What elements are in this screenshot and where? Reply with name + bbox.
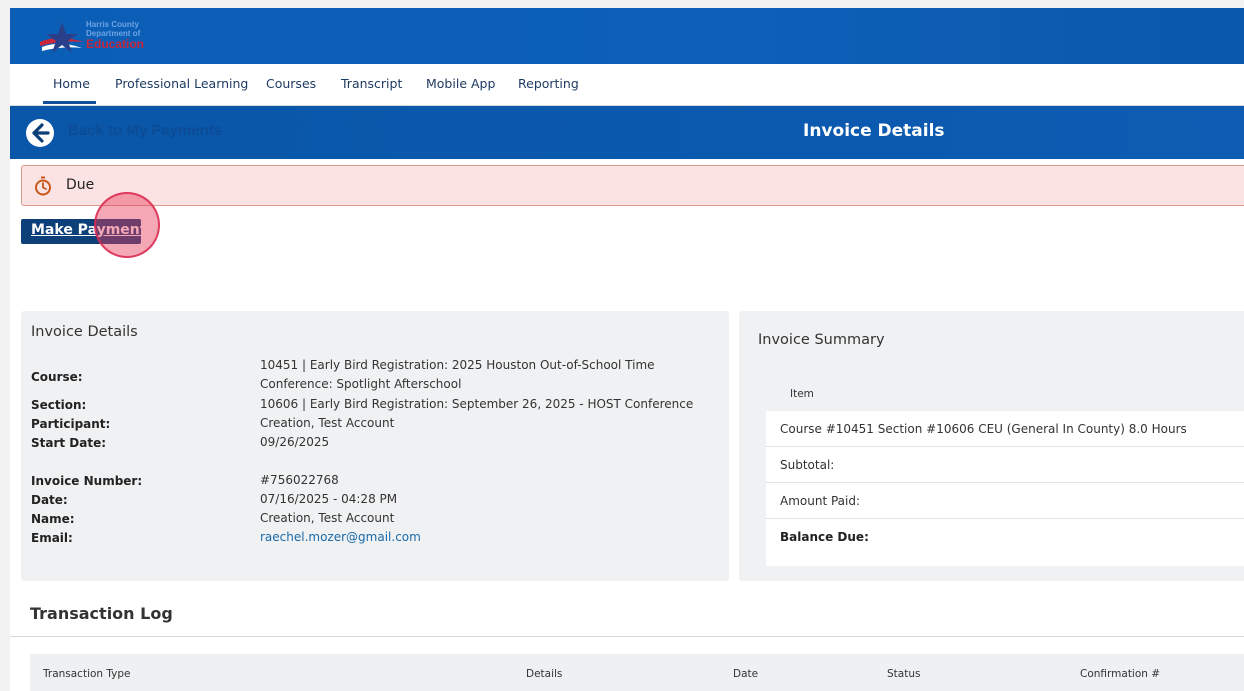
date-value: 07/16/2025 - 04:28 PM [260, 492, 398, 506]
item-column-header: Item [790, 388, 814, 400]
nav-item-mobile-app[interactable]: Mobile App [426, 76, 495, 91]
click-indicator [94, 192, 160, 258]
col-transaction-type[interactable]: Transaction Type [43, 668, 131, 680]
amount-paid-label: Amount Paid: [780, 494, 861, 508]
nav-item-courses[interactable]: Courses [266, 76, 316, 91]
col-status[interactable]: Status [887, 668, 920, 680]
date-label: Date: [31, 493, 68, 507]
nav-item-professional-learning[interactable]: Professional Learning [115, 76, 248, 91]
hcde-logo[interactable]: Harris County Department of Education [38, 20, 158, 56]
course-label: Course: [31, 370, 83, 384]
logo-text: Harris County Department of Education [86, 20, 144, 51]
email-label: Email: [31, 531, 73, 545]
invoice-details-title: Invoice Details [31, 324, 138, 340]
email-link[interactable]: raechel.mozer@gmail.com [260, 528, 730, 547]
logo-line-1: Harris County [86, 20, 139, 29]
back-to-payments-link[interactable]: Back to My Payments [68, 122, 222, 139]
nav-item-reporting[interactable]: Reporting [518, 76, 579, 91]
nav-item-home[interactable]: Home [53, 76, 90, 91]
logo-line-3: Education [86, 37, 145, 51]
amount-paid-row: Amount Paid: [766, 483, 1244, 519]
col-date[interactable]: Date [733, 668, 758, 680]
line-item-description: Course #10451 Section #10606 CEU (Genera… [780, 422, 1187, 436]
participant-value: Creation, Test Account [260, 416, 395, 430]
start-date-label: Start Date: [31, 436, 107, 450]
transaction-log-header: Transaction Type Details Date Status Con… [30, 654, 1244, 691]
page-titlebar: Back to My Payments Invoice Details [10, 106, 1244, 159]
name-value: Creation, Test Account [260, 511, 395, 525]
invoice-number-value: #756022768 [260, 473, 339, 487]
balance-due-row: Balance Due: [766, 519, 1244, 555]
main-nav: Home Professional Learning Courses Trans… [10, 64, 1244, 106]
invoice-number-label: Invoice Number: [31, 474, 143, 488]
nav-item-transcript[interactable]: Transcript [341, 76, 402, 91]
page-title: Invoice Details [803, 121, 945, 141]
section-label: Section: [31, 398, 87, 412]
active-tab-indicator [43, 101, 96, 104]
stopwatch-icon [33, 176, 53, 196]
start-date-value: 09/26/2025 [260, 435, 330, 449]
line-item-row: Course #10451 Section #10606 CEU (Genera… [766, 411, 1244, 447]
invoice-summary-panel: Invoice Summary Item Course #10451 Secti… [739, 311, 1244, 581]
section-value: 10606 | Early Bird Registration: Septemb… [260, 397, 694, 411]
browser-frame: Harris County Department of Education Ho… [10, 8, 1244, 691]
back-arrow-icon[interactable] [24, 117, 56, 149]
invoice-summary-title: Invoice Summary [758, 332, 885, 348]
subtotal-label: Subtotal: [780, 458, 835, 472]
participant-label: Participant: [31, 417, 111, 431]
invoice-summary-table: Course #10451 Section #10606 CEU (Genera… [766, 411, 1244, 566]
name-label: Name: [31, 512, 75, 526]
header-banner: Harris County Department of Education [10, 8, 1244, 64]
star-logo-icon [40, 22, 84, 53]
status-alert: Due [21, 165, 1244, 206]
balance-due-label: Balance Due: [780, 530, 869, 544]
col-confirmation[interactable]: Confirmation # [1080, 668, 1160, 680]
divider [10, 636, 1244, 637]
transaction-log-title: Transaction Log [30, 604, 173, 623]
invoice-details-panel: Invoice Details Course: 10451 | Early Bi… [21, 311, 729, 581]
col-details[interactable]: Details [526, 668, 562, 680]
subtotal-row: Subtotal: [766, 447, 1244, 483]
course-value: 10451 | Early Bird Registration: 2025 Ho… [260, 358, 655, 391]
status-text: Due [66, 177, 95, 193]
